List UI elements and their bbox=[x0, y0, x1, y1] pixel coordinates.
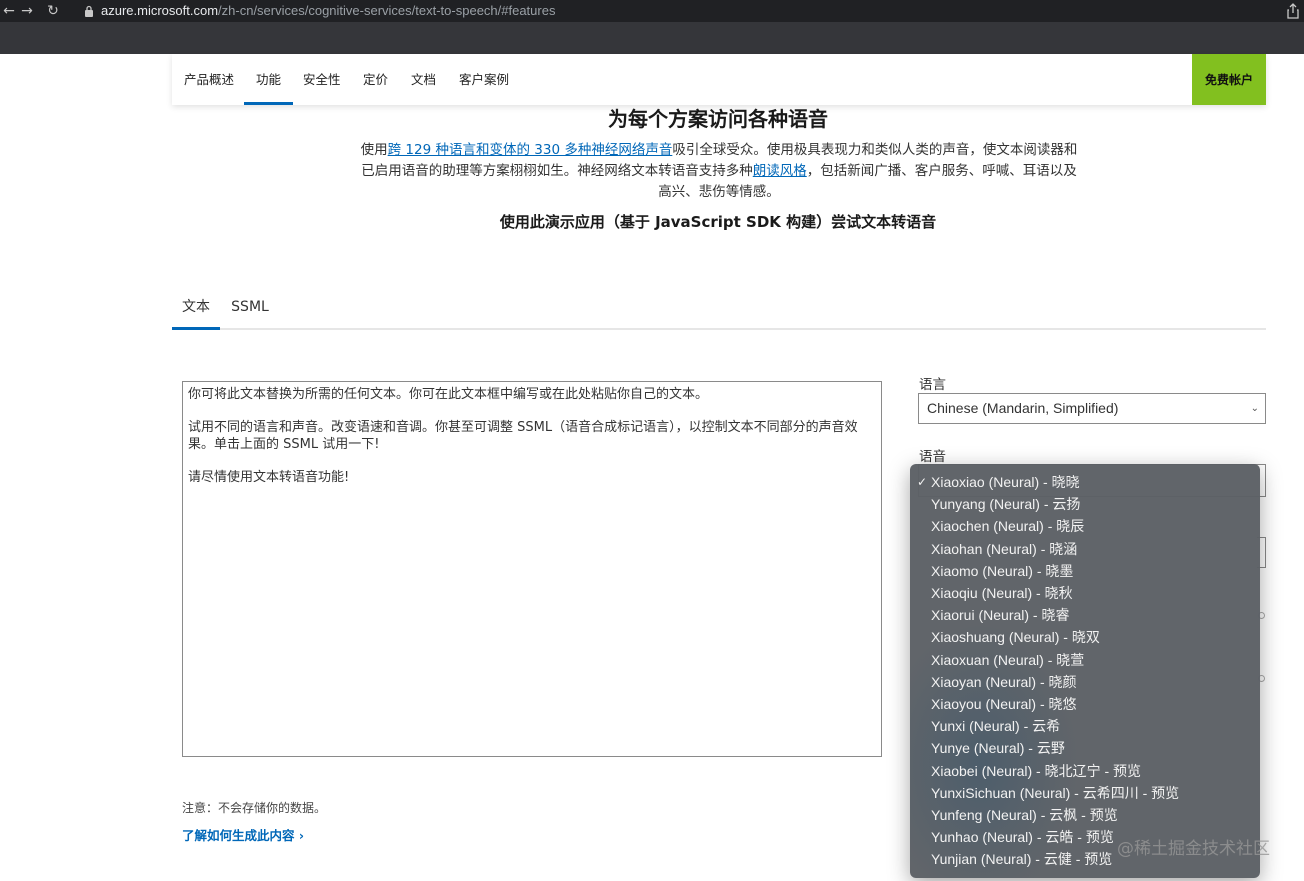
voice-option[interactable]: Xiaomo (Neural) - 晓墨 bbox=[910, 560, 1260, 582]
voice-option[interactable]: Xiaoyou (Neural) - 晓悠 bbox=[910, 693, 1260, 715]
tab-ssml[interactable]: SSML bbox=[228, 286, 272, 328]
voice-option[interactable]: Yunfeng (Neural) - 云枫 - 预览 bbox=[910, 804, 1260, 826]
voice-option[interactable]: YunxiSichuan (Neural) - 云希四川 - 预览 bbox=[910, 782, 1260, 804]
voice-option-label: Xiaoshuang (Neural) - 晓双 bbox=[931, 629, 1100, 646]
voice-option-label: Yunfeng (Neural) - 云枫 - 预览 bbox=[931, 807, 1118, 823]
subnav-item-customers[interactable]: 客户案例 bbox=[459, 54, 509, 105]
voice-option-label: Yunyang (Neural) - 云扬 bbox=[931, 496, 1081, 513]
url-host: azure.microsoft.com bbox=[101, 3, 219, 18]
speaking-styles-link[interactable]: 朗读风格 bbox=[753, 163, 807, 179]
voice-option[interactable]: Xiaoqiu (Neural) - 晓秋 bbox=[910, 582, 1260, 604]
section-heading: 为每个方案访问各种语音 bbox=[608, 107, 828, 131]
voice-dropdown-menu: ✓ Xiaoxiao (Neural) - 晓晓 Yunyang (Neural) … bbox=[910, 464, 1260, 878]
voice-option-label: Xiaoxiao (Neural) - 晓晓 bbox=[931, 474, 1080, 490]
language-label: 语言 bbox=[919, 377, 946, 393]
browser-chrome: ← → ↻ azure.microsoft.com/zh-cn/services… bbox=[0, 0, 1304, 54]
intro-text-start: 使用 bbox=[360, 142, 388, 158]
product-subnav: 产品概述 功能 安全性 定价 文档 客户案例 免费帐户 bbox=[172, 54, 1266, 105]
lock-icon bbox=[85, 5, 93, 17]
voice-option[interactable]: Yunxi (Neural) - 云希 bbox=[910, 715, 1260, 737]
chevron-down-icon: ⌄ bbox=[1250, 403, 1259, 414]
voice-option-label: Xiaoxuan (Neural) - 晓萱 bbox=[931, 651, 1085, 668]
voice-option[interactable]: Xiaochen (Neural) - 晓辰 bbox=[910, 515, 1260, 537]
subnav-item-docs[interactable]: 文档 bbox=[411, 54, 436, 105]
learn-more-label: 了解如何生成此内容 bbox=[182, 828, 295, 843]
voice-option[interactable]: ✓ Xiaoxiao (Neural) - 晓晓 bbox=[910, 471, 1260, 493]
languages-link[interactable]: 跨 129 种语言和变体的 330 多种神经网络声音 bbox=[388, 142, 673, 158]
voice-option[interactable]: Xiaobei (Neural) - 晓北辽宁 - 预览 bbox=[910, 760, 1260, 782]
voice-option[interactable]: Xiaorui (Neural) - 晓睿 bbox=[910, 604, 1260, 626]
voice-option-label: Xiaoqiu (Neural) - 晓秋 bbox=[931, 585, 1073, 601]
voice-label: 语音 bbox=[919, 449, 946, 465]
voice-option-label: Xiaohan (Neural) - 晓涵 bbox=[931, 540, 1078, 557]
voice-option-label: Yunjian (Neural) - 云健 - 预览 bbox=[931, 851, 1113, 868]
subnav-item-pricing[interactable]: 定价 bbox=[363, 54, 388, 105]
voice-option-label: Yunxi (Neural) - 云希 bbox=[931, 718, 1061, 735]
voice-option-label: YunxiSichuan (Neural) - 云希四川 - 预览 bbox=[931, 784, 1180, 801]
learn-more-link[interactable]: 了解如何生成此内容 › bbox=[182, 825, 304, 844]
back-icon[interactable]: ← bbox=[0, 2, 18, 20]
voice-option[interactable]: Xiaoshuang (Neural) - 晓双 bbox=[910, 626, 1260, 648]
url-path: /zh-cn/services/cognitive-services/text-… bbox=[218, 3, 556, 18]
language-select[interactable]: Chinese (Mandarin, Simplified) ⌄ bbox=[918, 393, 1266, 424]
chevron-right-icon: › bbox=[298, 828, 305, 843]
subnav-item-features[interactable]: 功能 bbox=[243, 54, 294, 105]
voice-option-label: Yunye (Neural) - 云野 bbox=[931, 740, 1065, 757]
share-icon[interactable] bbox=[1286, 3, 1300, 19]
voice-option-label: Xiaomo (Neural) - 晓墨 bbox=[931, 562, 1074, 579]
voice-option[interactable]: Yunye (Neural) - 云野 bbox=[910, 737, 1260, 759]
intro-paragraph: 使用跨 129 种语言和变体的 330 多种神经网络声音吸引全球受众。使用极具表… bbox=[356, 140, 1082, 203]
voice-option-label: Xiaobei (Neural) - 晓北辽宁 - 预览 bbox=[931, 762, 1142, 779]
subnav-item-overview[interactable]: 产品概述 bbox=[184, 54, 234, 105]
voice-option[interactable]: Xiaoyan (Neural) - 晓颜 bbox=[910, 671, 1260, 693]
demo-title: 使用此演示应用（基于 JavaScript SDK 构建）尝试文本转语音 bbox=[499, 213, 937, 231]
voice-option-label: Xiaochen (Neural) - 晓辰 bbox=[931, 518, 1085, 535]
language-selected-value: Chinese (Mandarin, Simplified) bbox=[927, 400, 1119, 416]
subnav-item-security[interactable]: 安全性 bbox=[303, 54, 341, 105]
voice-option-label: Xiaoyou (Neural) - 晓悠 bbox=[931, 696, 1077, 712]
address-bar[interactable]: azure.microsoft.com/zh-cn/services/cogni… bbox=[101, 3, 555, 18]
voice-option[interactable]: Xiaoxuan (Neural) - 晓萱 bbox=[910, 649, 1260, 671]
input-mode-tabs: 文本 SSML bbox=[172, 286, 1266, 330]
checkmark-icon: ✓ bbox=[917, 475, 928, 489]
forward-icon[interactable]: → bbox=[18, 2, 36, 20]
voice-option[interactable]: Xiaohan (Neural) - 晓涵 bbox=[910, 538, 1260, 560]
reload-icon[interactable]: ↻ bbox=[44, 2, 62, 20]
tab-text[interactable]: 文本 bbox=[172, 286, 220, 330]
watermark: @稀土掘金技术社区 bbox=[1117, 839, 1270, 859]
tts-text-input[interactable]: 你可将此文本替换为所需的任何文本。你可在此文本框中编写或在此处粘贴你自己的文本。… bbox=[182, 381, 882, 757]
voice-option-label: Xiaoyan (Neural) - 晓颜 bbox=[931, 673, 1077, 690]
free-account-button[interactable]: 免费帐户 bbox=[1192, 54, 1266, 105]
voice-option[interactable]: Yunyang (Neural) - 云扬 bbox=[910, 493, 1260, 515]
voice-option-label: Yunhao (Neural) - 云皓 - 预览 bbox=[931, 829, 1114, 846]
voice-option-label: Xiaorui (Neural) - 晓睿 bbox=[931, 607, 1070, 624]
privacy-note: 注意：不会存储你的数据。 bbox=[182, 801, 327, 815]
